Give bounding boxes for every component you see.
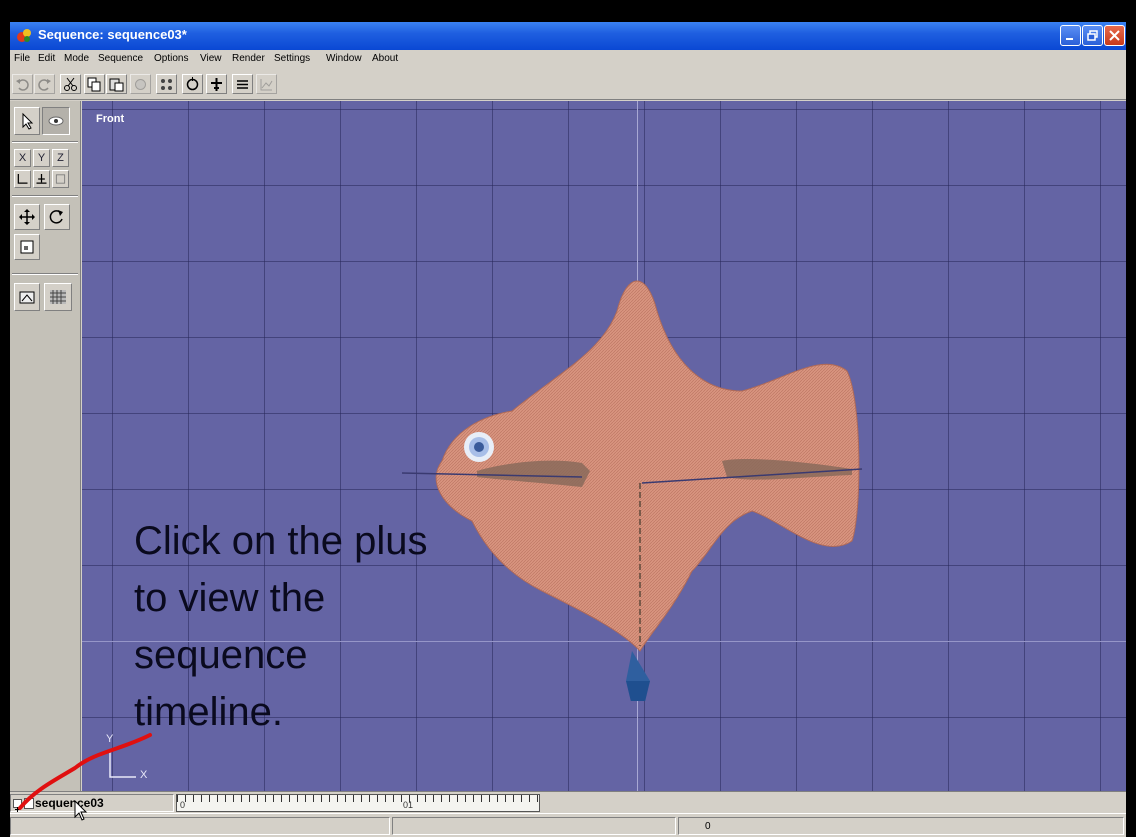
- checker-texture-icon: [50, 290, 66, 304]
- rotate-icon: [186, 76, 199, 90]
- rotate-tool-button[interactable]: [44, 204, 70, 230]
- scale-icon: [20, 240, 34, 254]
- status-info-field: [392, 817, 676, 835]
- menu-window[interactable]: Window: [326, 53, 362, 64]
- undo-icon: [16, 78, 29, 91]
- axes-gizmo: Y X: [96, 733, 148, 786]
- caption-line: to view the: [134, 576, 326, 620]
- app-logo-icon: [17, 29, 31, 42]
- timeline-bar: sequence03 0 01: [10, 791, 1126, 813]
- paste-button[interactable]: [106, 74, 127, 94]
- caption-line: Click on the plus: [134, 519, 428, 563]
- menu-settings[interactable]: Settings: [274, 53, 310, 64]
- select-tool-button[interactable]: [14, 107, 40, 135]
- menu-bar: File Edit Mode Sequence Options View Ren…: [10, 50, 1126, 68]
- align-icon: [237, 79, 248, 89]
- panel-divider: [12, 141, 78, 143]
- caption-line: timeline.: [134, 690, 283, 734]
- screen-axis-icon: [55, 174, 66, 184]
- mouse-cursor-icon: [74, 800, 88, 821]
- ruler-start-label: 0: [180, 800, 186, 810]
- status-message-field: [10, 817, 390, 835]
- render-button[interactable]: [130, 74, 151, 94]
- paste-icon: [109, 78, 124, 91]
- ruler-mark-label: 01: [403, 800, 414, 810]
- menu-about[interactable]: About: [372, 53, 398, 64]
- close-button[interactable]: [1104, 25, 1125, 46]
- axis-z-button[interactable]: Z: [52, 149, 69, 167]
- gizmo-y-label: Y: [106, 733, 114, 745]
- application-window: Sequence: sequence03* File Edit Mode Seq…: [10, 22, 1126, 837]
- panel-divider: [12, 273, 78, 275]
- status-frame-field: 0: [678, 817, 1124, 835]
- sequence-icon: [24, 798, 34, 809]
- camera-view-button[interactable]: [14, 283, 40, 311]
- minimize-button[interactable]: [1060, 25, 1081, 46]
- cut-button[interactable]: [60, 74, 81, 94]
- align-button[interactable]: [232, 74, 253, 94]
- restore-button[interactable]: [1082, 25, 1103, 46]
- menu-sequence[interactable]: Sequence: [98, 53, 143, 64]
- snap-icon: [211, 77, 222, 91]
- move-arrows-icon: [19, 209, 35, 225]
- axes-gizmo-icon: [109, 749, 136, 778]
- world-axis-icon: [36, 174, 47, 184]
- menu-options[interactable]: Options: [154, 53, 188, 64]
- close-icon: [1109, 30, 1120, 41]
- dots-grid-icon: [161, 78, 172, 90]
- undo-button[interactable]: [12, 74, 33, 94]
- grid-button[interactable]: [156, 74, 177, 94]
- snap-button[interactable]: [206, 74, 227, 94]
- rotate-button[interactable]: [182, 74, 203, 94]
- ruler-ticks: [177, 795, 539, 802]
- expand-plus-button[interactable]: [13, 799, 22, 812]
- menu-file[interactable]: File: [14, 53, 30, 64]
- status-bar: 0: [10, 813, 1126, 837]
- main-toolbar: [10, 68, 1126, 100]
- cut-icon: [64, 77, 77, 91]
- minimize-icon: [1066, 38, 1073, 40]
- gizmo-x-label: X: [140, 769, 148, 781]
- plus-icon: [15, 807, 20, 812]
- menu-view[interactable]: View: [200, 53, 222, 64]
- sequence-tree-item[interactable]: sequence03: [10, 794, 174, 812]
- frame-value: 0: [705, 821, 711, 832]
- camera-icon: [19, 291, 35, 304]
- move-tool-button[interactable]: [14, 204, 40, 230]
- screen-frame: Sequence: sequence03* File Edit Mode Seq…: [0, 0, 1136, 837]
- redo-icon: [38, 78, 51, 91]
- axis-x-button[interactable]: X: [14, 149, 31, 167]
- local-axis-icon: [17, 174, 28, 184]
- graph-icon: [260, 78, 273, 90]
- caption-line: sequence: [134, 633, 308, 677]
- scale-tool-button[interactable]: [14, 234, 40, 260]
- view-tool-button[interactable]: [42, 107, 70, 135]
- menu-edit[interactable]: Edit: [38, 53, 55, 64]
- title-bar[interactable]: Sequence: sequence03*: [10, 22, 1126, 50]
- restore-icon: [1087, 30, 1098, 41]
- 3d-viewport[interactable]: Front Click on the plus to view the sequ…: [82, 101, 1126, 791]
- render-icon: [135, 78, 146, 90]
- graph-button[interactable]: [256, 74, 277, 94]
- copy-icon: [87, 77, 101, 91]
- redo-button[interactable]: [34, 74, 55, 94]
- panel-divider: [12, 195, 78, 197]
- copy-button[interactable]: [84, 74, 105, 94]
- menu-mode[interactable]: Mode: [64, 53, 89, 64]
- texture-view-button[interactable]: [44, 283, 72, 311]
- menu-render[interactable]: Render: [232, 53, 265, 64]
- rotate-arrow-icon: [49, 210, 63, 224]
- axis-y-button[interactable]: Y: [33, 149, 50, 167]
- view-label: Front: [96, 113, 125, 125]
- tutorial-caption: Click on the plus to view the sequence t…: [134, 513, 574, 741]
- tool-panel: X Y Z: [10, 101, 81, 791]
- timeline-ruler[interactable]: 0 01: [176, 794, 540, 812]
- local-axis-button[interactable]: [14, 170, 31, 188]
- sequence-name: sequence03: [35, 796, 104, 810]
- eye-icon: [48, 116, 64, 126]
- screen-axis-button[interactable]: [52, 170, 69, 188]
- window-title: Sequence: sequence03*: [38, 27, 187, 42]
- cursor-arrow-icon: [22, 112, 34, 130]
- world-axis-button[interactable]: [33, 170, 50, 188]
